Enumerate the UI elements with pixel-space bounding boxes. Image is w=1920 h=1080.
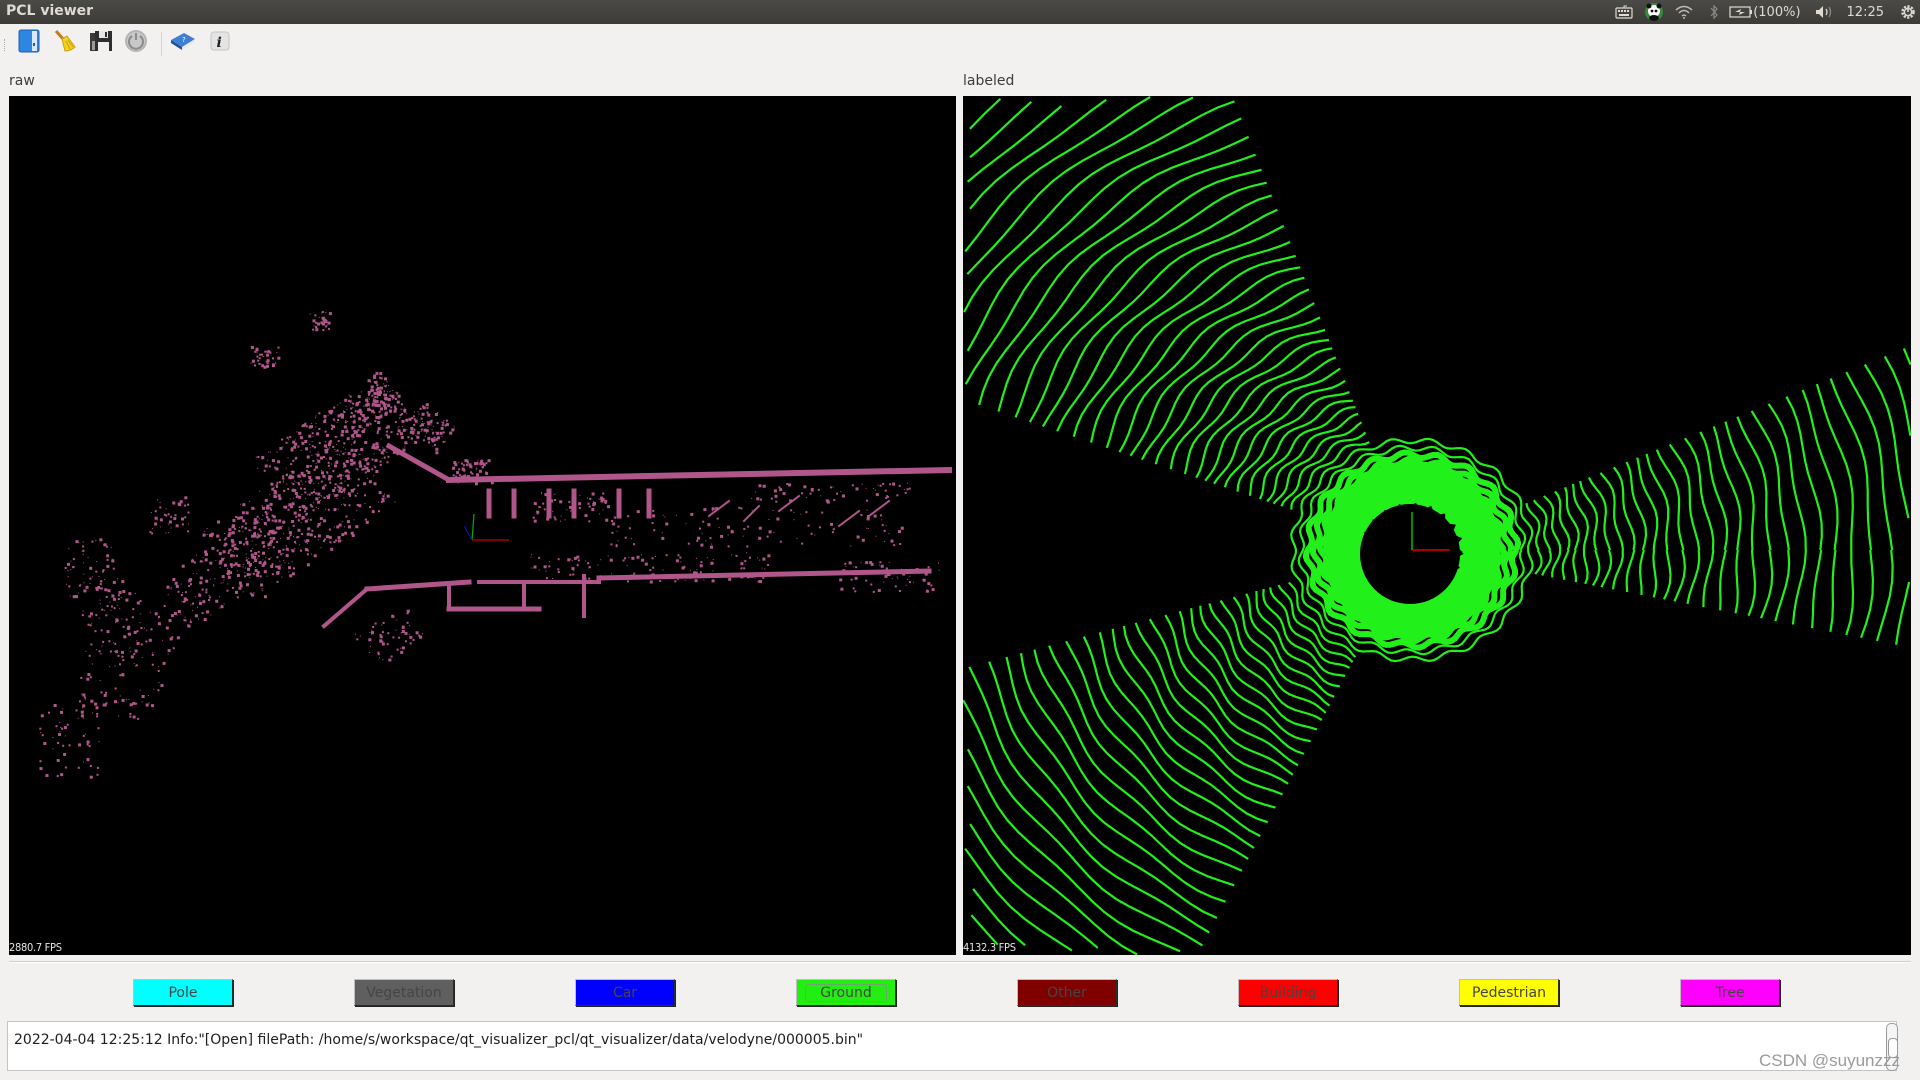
raw-viewport-label: raw xyxy=(9,73,35,89)
power-gear-icon[interactable] xyxy=(1896,0,1920,24)
open-file-icon xyxy=(17,29,41,57)
open-button[interactable] xyxy=(16,29,42,57)
clock[interactable]: 12:25 xyxy=(1839,5,1896,20)
wifi-icon[interactable] xyxy=(1669,0,1699,24)
class-label: Tree xyxy=(1715,984,1745,1001)
labeled-viewport-label: labeled xyxy=(963,73,1015,89)
class-label: Building xyxy=(1259,984,1317,1001)
main-toolbar: ? i xyxy=(0,26,1920,62)
class-label: Ground xyxy=(805,983,887,1002)
power-button[interactable] xyxy=(123,30,149,56)
log-line: 2022-04-04 12:25:12 Info:"[Open] filePat… xyxy=(14,1032,864,1048)
class-label: Other xyxy=(1047,984,1087,1001)
log-output[interactable]: 2022-04-04 12:25:12 Info:"[Open] filePat… xyxy=(7,1021,1898,1071)
help-button[interactable]: ? xyxy=(170,30,196,56)
labeled-points xyxy=(963,96,1911,955)
class-button-car[interactable]: Car xyxy=(575,979,675,1006)
svg-text:i: i xyxy=(217,35,222,51)
save-button[interactable] xyxy=(88,30,114,56)
info-icon: i xyxy=(210,31,230,55)
class-button-tree[interactable]: Tree xyxy=(1680,979,1780,1006)
class-button-pedestrian[interactable]: Pedestrian xyxy=(1459,979,1559,1006)
y-axis-line xyxy=(471,513,475,541)
class-button-pole[interactable]: Pole xyxy=(133,979,233,1006)
floppy-disk-icon xyxy=(89,29,113,57)
raw-point-cloud-viewport[interactable]: 2880.7 FPS xyxy=(9,96,956,955)
class-label: Car xyxy=(612,984,638,1001)
raw-fps-counter: 2880.7 FPS xyxy=(9,941,62,954)
about-button[interactable]: i xyxy=(207,30,233,56)
class-button-building[interactable]: Building xyxy=(1238,979,1338,1006)
class-button-other[interactable]: Other xyxy=(1017,979,1117,1006)
class-button-ground[interactable]: Ground xyxy=(796,979,896,1006)
bluetooth-icon[interactable] xyxy=(1699,0,1729,24)
labeled-point-cloud xyxy=(963,96,1911,955)
panda-app-icon[interactable] xyxy=(1639,0,1669,24)
class-label: Vegetation xyxy=(366,984,442,1001)
power-icon xyxy=(124,29,148,57)
labeled-point-cloud-viewport[interactable]: 4132.3 FPS xyxy=(963,96,1911,955)
raw-point-cloud xyxy=(39,311,953,779)
svg-text:?: ? xyxy=(182,36,186,44)
class-button-vegetation[interactable]: Vegetation xyxy=(354,979,454,1006)
battery-icon[interactable] xyxy=(1729,0,1753,24)
raw-points xyxy=(39,311,953,779)
divider xyxy=(9,961,1911,963)
keyboard-icon[interactable] xyxy=(1609,0,1639,24)
battery-percent: (100%) xyxy=(1753,4,1801,20)
help-book-icon: ? xyxy=(170,30,196,56)
clear-button[interactable] xyxy=(52,30,78,56)
system-tray: (100%) 12:25 xyxy=(1609,0,1920,24)
z-axis-line xyxy=(463,525,473,541)
labeled-fps-counter: 4132.3 FPS xyxy=(963,941,1016,954)
broom-icon xyxy=(53,29,77,57)
toolbar-separator xyxy=(161,32,162,56)
system-top-bar: PCL viewer (100%) 12:25 xyxy=(0,0,1920,24)
app-title: PCL viewer xyxy=(6,3,94,19)
toolbar-grip[interactable] xyxy=(4,39,8,51)
class-label: Pedestrian xyxy=(1472,984,1546,1001)
watermark: CSDN @suyunzzz xyxy=(1758,1051,1900,1070)
class-label: Pole xyxy=(168,984,198,1001)
volume-icon[interactable] xyxy=(1809,0,1839,24)
